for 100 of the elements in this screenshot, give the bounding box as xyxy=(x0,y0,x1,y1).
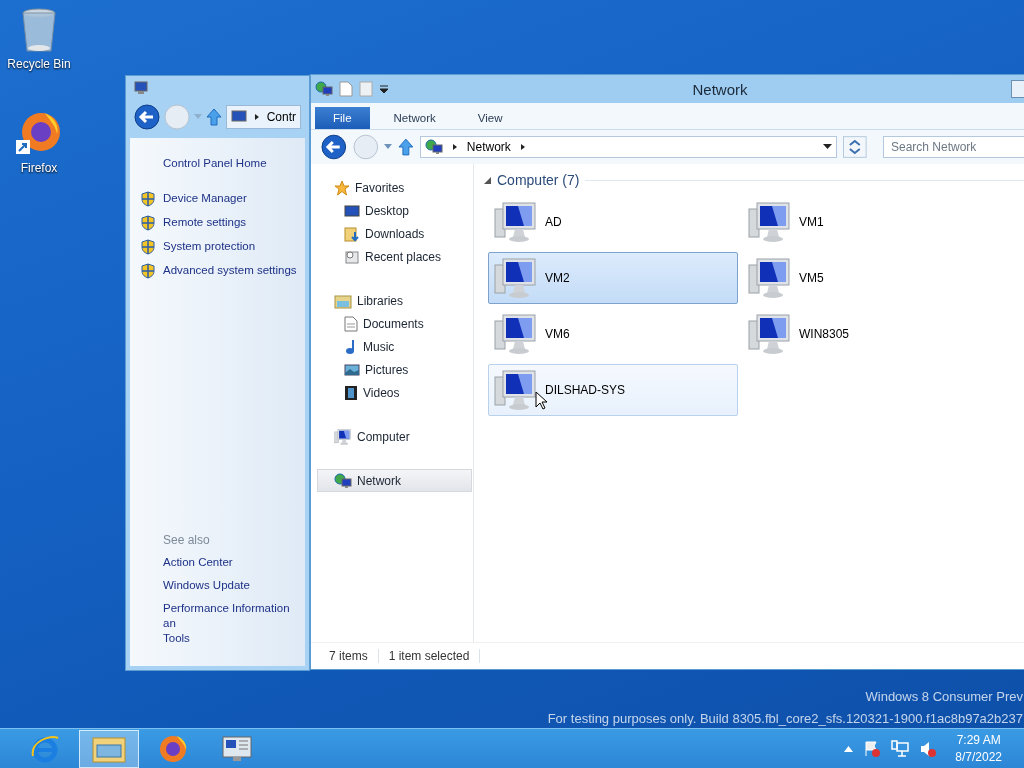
link[interactable]: Device Manager xyxy=(163,191,247,206)
customize-arrow-icon[interactable] xyxy=(379,84,389,94)
computer-icon xyxy=(493,199,539,245)
nav-item[interactable]: Music xyxy=(317,335,472,358)
device-tile[interactable]: WIN8305 xyxy=(742,308,992,360)
recent-places-icon xyxy=(344,248,360,265)
back-button[interactable] xyxy=(321,134,347,160)
taskbar-button[interactable] xyxy=(79,729,139,768)
computer-icon xyxy=(493,255,539,301)
status-text: 7 items xyxy=(329,649,368,663)
nav-item[interactable]: Videos xyxy=(317,381,472,404)
device-tile[interactable]: VM6 xyxy=(488,308,738,360)
watermark-text: For testing purposes only. Build 8305.fbl_core2_sfs.120321-1900.f1ac8b97a2b237 xyxy=(547,711,1023,726)
link[interactable]: Performance Information an Tools xyxy=(163,601,305,646)
computer-name: VM6 xyxy=(545,327,570,341)
library-folder-icon xyxy=(334,292,352,309)
address-text: Contr xyxy=(266,110,296,124)
desktop-icon xyxy=(344,203,360,218)
link[interactable]: Control Panel Home xyxy=(163,156,267,171)
nav-item[interactable]: Favorites xyxy=(317,176,472,199)
nav-label: Favorites xyxy=(355,180,405,195)
device-tile[interactable]: VM2 xyxy=(488,252,738,304)
nav-label: Network xyxy=(357,473,401,488)
nav-item[interactable]: Downloads xyxy=(317,222,472,245)
nav-label: Desktop xyxy=(365,203,410,218)
properties-icon[interactable] xyxy=(339,81,353,97)
nav-item[interactable]: Network xyxy=(317,469,472,492)
computer-name: DILSHAD-SYS xyxy=(545,383,626,397)
computer-icon xyxy=(493,367,539,413)
up-arrow-icon[interactable] xyxy=(206,108,222,126)
dropdown-icon xyxy=(194,114,202,120)
show-hidden-icons-button[interactable] xyxy=(844,745,854,752)
document-icon xyxy=(344,315,358,332)
system-properties-icon xyxy=(221,734,253,763)
desktop-icon-label[interactable]: Firefox xyxy=(20,161,58,175)
nav-label: Music xyxy=(363,339,395,354)
nav-label: Recent places xyxy=(365,249,442,264)
nav-label: Documents xyxy=(363,316,424,331)
download-folder-icon xyxy=(344,225,360,242)
shield-icon xyxy=(140,239,156,255)
computer-icon xyxy=(747,199,793,245)
ribbon-tab[interactable]: View xyxy=(459,107,521,129)
nav-item[interactable]: Pictures xyxy=(317,358,472,381)
recycle-bin-icon xyxy=(21,8,57,54)
nav-item[interactable]: Recent places xyxy=(317,245,472,268)
computer-name: VM1 xyxy=(799,215,824,229)
up-arrow-icon[interactable] xyxy=(398,138,414,156)
caret-icon xyxy=(450,143,459,151)
nav-label: Pictures xyxy=(365,362,409,377)
computer-name: VM5 xyxy=(799,271,824,285)
search-field[interactable]: Search Network xyxy=(883,136,1024,158)
network-icon xyxy=(424,139,443,155)
link[interactable]: Remote settings xyxy=(163,215,247,230)
caret-icon xyxy=(518,143,527,151)
ribbon-tab[interactable]: File xyxy=(315,107,370,129)
speaker-muted-icon[interactable] xyxy=(919,739,938,758)
device-tile[interactable]: VM5 xyxy=(742,252,992,304)
nav-item[interactable]: Computer xyxy=(317,425,472,448)
system-icon xyxy=(134,80,150,96)
link[interactable]: Advanced system settings xyxy=(163,263,297,278)
back-button[interactable] xyxy=(134,104,160,130)
nav-label: Computer xyxy=(357,429,410,444)
nav-item[interactable]: Documents xyxy=(317,312,472,335)
address-bar[interactable]: Contr xyxy=(226,105,301,129)
link[interactable]: Action Center xyxy=(163,555,233,570)
folder-icon xyxy=(92,734,126,763)
flag-icon[interactable] xyxy=(863,739,882,758)
desktop-icon-label[interactable]: Recycle Bin xyxy=(7,57,71,71)
device-tile[interactable]: VM1 xyxy=(742,196,992,248)
clock[interactable]: 7:29 AM 8/7/2022 xyxy=(947,733,1002,764)
computer-icon xyxy=(747,255,793,301)
caret-icon xyxy=(252,113,261,121)
link[interactable]: Windows Update xyxy=(163,578,250,593)
computer-name: VM2 xyxy=(545,271,570,285)
dropdown-icon xyxy=(823,144,833,150)
breadcrumb[interactable]: Network xyxy=(466,140,511,154)
star-icon xyxy=(334,179,350,196)
collapse-icon[interactable] xyxy=(484,176,491,184)
film-icon xyxy=(344,384,358,401)
device-tile[interactable]: DILSHAD-SYS xyxy=(488,364,738,416)
network-icon xyxy=(315,81,333,97)
nav-item[interactable]: Desktop xyxy=(317,199,472,222)
section-heading: See also xyxy=(163,533,211,547)
computer-name: WIN8305 xyxy=(799,327,850,341)
picture-icon xyxy=(344,362,360,377)
status-text: 1 item selected xyxy=(388,649,470,663)
window-title: Network xyxy=(691,80,749,98)
nav-item[interactable]: Libraries xyxy=(317,289,472,312)
network-status-icon[interactable] xyxy=(891,739,910,758)
address-bar[interactable]: Network xyxy=(419,136,838,158)
watermark-text: Windows 8 Consumer Prev xyxy=(865,689,1023,704)
refresh-button[interactable] xyxy=(843,136,867,158)
group-heading: Computer (7) xyxy=(497,172,580,188)
nav-label: Videos xyxy=(363,385,400,400)
link[interactable]: System protection xyxy=(163,239,256,254)
shield-icon xyxy=(140,215,156,231)
new-folder-icon[interactable] xyxy=(359,81,373,97)
ribbon-tab[interactable]: Network xyxy=(375,107,454,129)
computer-icon xyxy=(334,427,352,446)
device-tile[interactable]: AD xyxy=(488,196,738,248)
